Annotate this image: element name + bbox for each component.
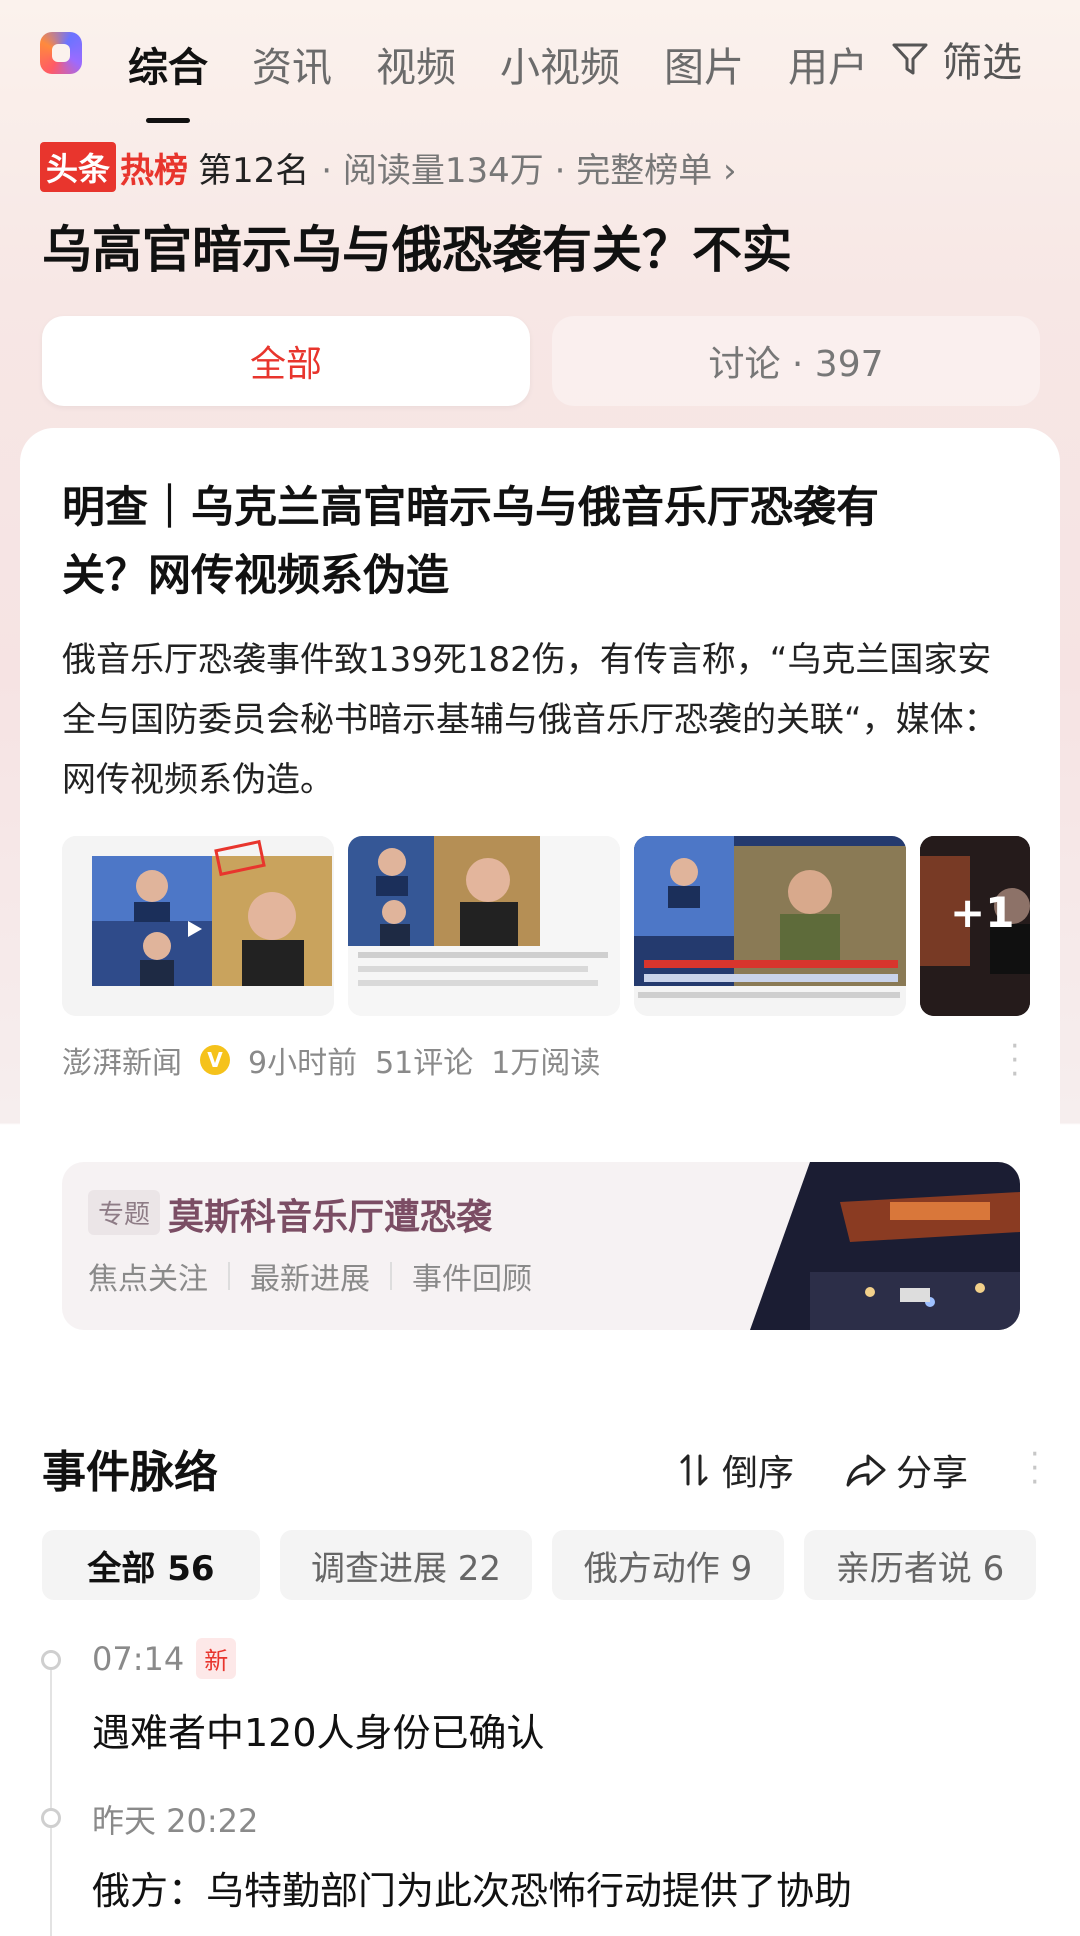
new-badge: 新 [196, 1638, 237, 1679]
hot-badge-part2: 热榜 [120, 150, 189, 191]
segment-discussion[interactable]: 讨论 · 397 [552, 316, 1040, 406]
tab-users[interactable]: 用户 [788, 35, 868, 93]
more-options-icon[interactable]: · · · [1010, 1032, 1020, 1090]
page-title: 乌高官暗示乌与俄恐袭有关？不实 [42, 221, 792, 279]
topic-link-review[interactable]: 事件回顾 [412, 1254, 532, 1298]
timeline-time: 07:14 [92, 1639, 185, 1678]
filter-button[interactable]: 筛选 [890, 30, 1022, 88]
timeline-more-icon[interactable]: · · · [1030, 1440, 1040, 1498]
topic-links: 焦点关注 最新进展 事件回顾 [88, 1254, 532, 1298]
timeline-line [50, 1660, 52, 1936]
chip-witnesses[interactable]: 亲历者说 6 [804, 1530, 1036, 1600]
article-meta: 澎湃新闻 V 9小时前 51评论 1万阅读 [62, 1038, 600, 1082]
timeline-title: 事件脉络 [42, 1447, 218, 1498]
topic-tag: 专题 [88, 1190, 161, 1235]
tab-comprehensive[interactable]: 综合 [128, 35, 208, 123]
article-image-more[interactable]: +1 [920, 836, 1030, 1016]
article-image[interactable] [634, 836, 906, 1016]
chip-russia-actions[interactable]: 俄方动作 9 [552, 1530, 784, 1600]
hot-rank: 第12名 [198, 150, 310, 191]
segment-all[interactable]: 全部 [42, 316, 530, 406]
topic-link-focus[interactable]: 焦点关注 [88, 1254, 208, 1298]
chip-investigation[interactable]: 调查进展 22 [280, 1530, 532, 1600]
timeline-dot [41, 1808, 61, 1828]
filter-label: 筛选 [942, 40, 1022, 86]
divider [228, 1262, 230, 1290]
tab-news[interactable]: 资讯 [252, 35, 332, 93]
hot-badge-part1: 头条 [40, 142, 117, 192]
article-reads: 1万阅读 [491, 1046, 601, 1081]
timeline-time: 昨天 20:22 [92, 1802, 259, 1840]
article-source[interactable]: 澎湃新闻 [62, 1038, 182, 1082]
more-images-count: +1 [950, 888, 1015, 937]
timeline-dot [41, 1650, 61, 1670]
timeline-item-text[interactable]: 遇难者中120人身份已确认 [92, 1702, 545, 1757]
timeline-item-text[interactable]: 俄方：乌特勤部门为此次恐怖行动提供了协助 [92, 1860, 852, 1915]
hot-meta: · 阅读量134万 · 完整榜单 › [321, 150, 737, 191]
hot-list-row[interactable]: 头条 热榜 第12名 · 阅读量134万 · 完整榜单 › [40, 142, 737, 192]
app-logo[interactable] [40, 32, 82, 74]
tab-video[interactable]: 视频 [376, 35, 456, 93]
article-image[interactable] [348, 836, 620, 1016]
share-label: 分享 [896, 1453, 969, 1494]
article-image[interactable] [62, 836, 334, 1016]
timeline-filter-chips: 全部 56 调查进展 22 俄方动作 9 亲历者说 6 [42, 1530, 1036, 1600]
tab-images[interactable]: 图片 [664, 35, 744, 93]
sort-button[interactable]: 倒序 [676, 1444, 794, 1496]
sort-label: 倒序 [722, 1453, 795, 1494]
chip-all[interactable]: 全部 56 [42, 1530, 260, 1600]
topic-link-latest[interactable]: 最新进展 [250, 1254, 370, 1298]
share-icon [846, 1454, 886, 1487]
timeline-item-header: 07:14 新 [92, 1638, 237, 1679]
topic-title[interactable]: 莫斯科音乐厅遭恐袭 [168, 1188, 492, 1240]
toutiao-hot-badge: 头条 热榜 [40, 142, 188, 192]
verified-icon: V [200, 1045, 230, 1075]
tab-short-video[interactable]: 小视频 [500, 35, 620, 93]
article-image-strip: +1 [62, 836, 1030, 1016]
article-summary: 俄音乐厅恐袭事件致139死182伤，有传言称，“乌克兰国家安全与国防委员会秘书暗… [62, 640, 998, 800]
filter-icon [892, 43, 928, 75]
article-time: 9小时前 [248, 1046, 358, 1081]
share-button[interactable]: 分享 [846, 1444, 968, 1496]
article-title[interactable]: 明查｜乌克兰高官暗示乌与俄音乐厅恐袭有关？网传视频系伪造 [62, 474, 962, 610]
divider [390, 1262, 392, 1290]
article-comments: 51评论 [375, 1046, 474, 1081]
search-category-tabs: 综合 资讯 视频 小视频 图片 用户 [128, 24, 912, 123]
sort-icon [680, 1454, 708, 1486]
